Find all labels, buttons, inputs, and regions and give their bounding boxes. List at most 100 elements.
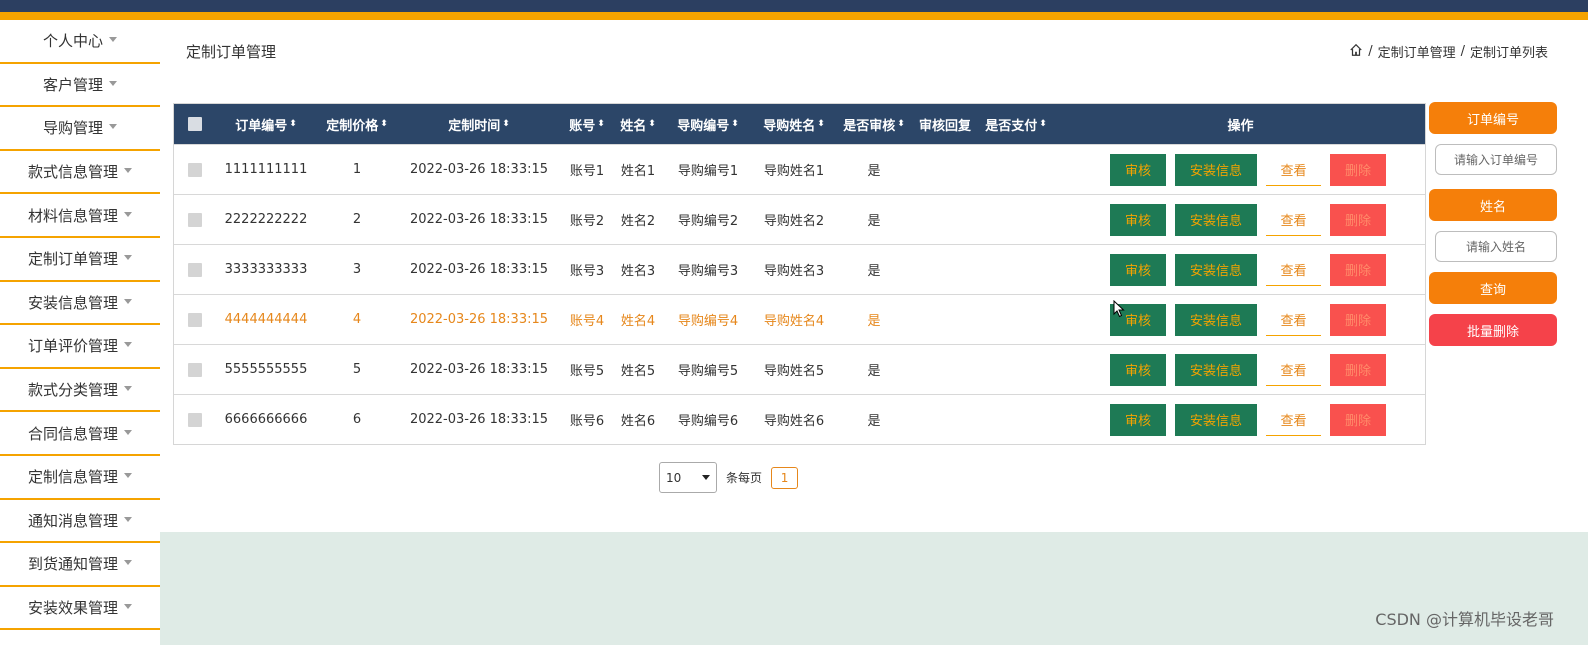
table-row: 5555555555 5 2022-03-26 18:33:15 账号5 姓名5 导购编号… bbox=[174, 344, 1425, 394]
install-info-button[interactable]: 安装信息 bbox=[1175, 353, 1257, 386]
caret-down-icon bbox=[109, 80, 117, 86]
sidebar-item[interactable]: 款式信息管理 bbox=[0, 151, 160, 195]
view-button[interactable]: 查看 bbox=[1266, 353, 1321, 386]
column-header-order-id[interactable]: 订单编号 ⬍ bbox=[216, 104, 316, 144]
sidebar-item[interactable]: 材料信息管理 bbox=[0, 194, 160, 238]
batch-delete-button[interactable]: 批量删除 bbox=[1429, 314, 1557, 346]
view-button[interactable]: 查看 bbox=[1266, 403, 1321, 436]
sort-icon[interactable]: ⬍ bbox=[1039, 120, 1047, 129]
cell-account: 账号3 bbox=[569, 264, 605, 279]
cell-reply bbox=[914, 345, 976, 394]
column-header-label: 导购姓名 bbox=[763, 118, 816, 134]
cell-time: 2022-03-26 18:33:15 bbox=[409, 162, 549, 177]
sidebar-item-label: 款式分类管理 bbox=[27, 381, 118, 400]
cell-reply bbox=[914, 195, 976, 244]
cell-name: 姓名3 bbox=[620, 264, 656, 279]
sidebar-item[interactable]: 定制信息管理 bbox=[0, 456, 160, 500]
view-button[interactable]: 查看 bbox=[1266, 203, 1321, 236]
order-id-input[interactable]: 请输入订单编号 bbox=[1435, 144, 1557, 175]
sidebar-item[interactable]: 订单评价管理 bbox=[0, 325, 160, 369]
page-number-current[interactable]: 1 bbox=[771, 466, 799, 489]
sort-icon[interactable]: ⬍ bbox=[597, 120, 605, 129]
row-checkbox[interactable] bbox=[188, 412, 202, 427]
caret-down-icon bbox=[109, 37, 117, 43]
sidebar-item[interactable]: 个人中心 bbox=[0, 20, 160, 64]
table-row: 2222222222 2 2022-03-26 18:33:15 账号2 姓名2 导购编号… bbox=[174, 194, 1425, 244]
delete-button[interactable]: 删除 bbox=[1330, 353, 1386, 386]
cell-ops: 审核 安装信息 查看 删除 bbox=[1056, 195, 1425, 244]
row-select-cell bbox=[174, 395, 216, 444]
sidebar-item[interactable]: 款式分类管理 bbox=[0, 369, 160, 413]
delete-button[interactable]: 删除 bbox=[1330, 303, 1386, 336]
home-icon[interactable] bbox=[1349, 43, 1363, 61]
select-all-checkbox[interactable] bbox=[188, 117, 202, 131]
sidebar-item[interactable]: 客户管理 bbox=[0, 64, 160, 108]
column-header-price[interactable]: 定制价格 ⬍ bbox=[316, 104, 398, 144]
review-button[interactable]: 审核 bbox=[1110, 353, 1166, 386]
column-header-name[interactable]: 姓名 ⬍ bbox=[614, 104, 662, 144]
sidebar-item[interactable]: 安装效果管理 bbox=[0, 587, 160, 631]
sidebar-item[interactable]: 安装信息管理 bbox=[0, 282, 160, 326]
watermark: CSDN @计算机毕设老哥 bbox=[1375, 610, 1554, 629]
cell-order-id: 4444444444 bbox=[224, 312, 308, 327]
page-size-select[interactable]: 10 bbox=[659, 462, 717, 493]
sort-icon[interactable]: ⬍ bbox=[817, 120, 825, 129]
sidebar-item[interactable]: 定制订单管理 bbox=[0, 238, 160, 282]
delete-button[interactable]: 删除 bbox=[1330, 403, 1386, 436]
column-header-time[interactable]: 定制时间 ⬍ bbox=[398, 104, 560, 144]
column-header-account[interactable]: 账号 ⬍ bbox=[560, 104, 614, 144]
install-info-button[interactable]: 安装信息 bbox=[1175, 253, 1257, 286]
view-button[interactable]: 查看 bbox=[1266, 153, 1321, 186]
breadcrumb-item-module[interactable]: 定制订单管理 bbox=[1378, 42, 1456, 61]
install-info-button[interactable]: 安装信息 bbox=[1175, 153, 1257, 186]
cell-reply bbox=[914, 295, 976, 344]
search-button[interactable]: 查询 bbox=[1429, 272, 1557, 304]
install-info-button[interactable]: 安装信息 bbox=[1175, 203, 1257, 236]
row-checkbox[interactable] bbox=[188, 162, 202, 177]
sidebar-item-label: 客户管理 bbox=[42, 75, 103, 94]
view-button[interactable]: 查看 bbox=[1266, 253, 1321, 286]
sidebar-item[interactable]: 通知消息管理 bbox=[0, 500, 160, 544]
cell-reviewed: 是 bbox=[867, 214, 881, 229]
sort-icon[interactable]: ⬍ bbox=[289, 120, 297, 129]
column-header-label: 定制价格 bbox=[326, 118, 379, 134]
install-info-button[interactable]: 安装信息 bbox=[1175, 403, 1257, 436]
sort-icon[interactable]: ⬍ bbox=[731, 120, 739, 129]
sidebar-item[interactable]: 到货通知管理 bbox=[0, 543, 160, 587]
install-info-button[interactable]: 安装信息 bbox=[1175, 303, 1257, 336]
column-header-guide-id[interactable]: 导购编号 ⬍ bbox=[662, 104, 754, 144]
delete-button[interactable]: 删除 bbox=[1330, 203, 1386, 236]
column-header-label: 定制时间 bbox=[448, 118, 501, 134]
sidebar-item[interactable]: 合同信息管理 bbox=[0, 412, 160, 456]
sort-icon[interactable]: ⬍ bbox=[648, 120, 656, 129]
review-button[interactable]: 审核 bbox=[1110, 203, 1166, 236]
sidebar-item-label: 导购管理 bbox=[42, 119, 103, 138]
cell-ops: 审核 安装信息 查看 删除 bbox=[1056, 395, 1425, 444]
review-button[interactable]: 审核 bbox=[1110, 253, 1166, 286]
view-button[interactable]: 查看 bbox=[1266, 303, 1321, 336]
cell-guide-name: 导购姓名1 bbox=[763, 164, 825, 179]
review-button[interactable]: 审核 bbox=[1110, 403, 1166, 436]
name-input[interactable]: 请输入姓名 bbox=[1435, 231, 1557, 262]
row-checkbox[interactable] bbox=[188, 362, 202, 377]
sort-icon[interactable]: ⬍ bbox=[502, 120, 510, 129]
breadcrumb-separator: / bbox=[1460, 44, 1465, 59]
sidebar-item-label: 材料信息管理 bbox=[27, 206, 118, 225]
cell-guide-name: 导购姓名4 bbox=[763, 314, 825, 329]
column-header-reviewed[interactable]: 是否审核 ⬍ bbox=[834, 104, 914, 144]
review-button[interactable]: 审核 bbox=[1110, 153, 1166, 186]
sort-icon[interactable]: ⬍ bbox=[380, 120, 388, 129]
sidebar-item[interactable]: 导购管理 bbox=[0, 107, 160, 151]
cell-ops: 审核 安装信息 查看 删除 bbox=[1056, 295, 1425, 344]
row-checkbox[interactable] bbox=[188, 262, 202, 277]
column-header-paid[interactable]: 是否支付 ⬍ bbox=[976, 104, 1056, 144]
row-checkbox[interactable] bbox=[188, 312, 202, 327]
sort-icon[interactable]: ⬍ bbox=[897, 120, 905, 129]
row-checkbox[interactable] bbox=[188, 212, 202, 227]
column-header-label: 导购编号 bbox=[677, 118, 730, 134]
delete-button[interactable]: 删除 bbox=[1330, 153, 1386, 186]
column-header-guide-name[interactable]: 导购姓名 ⬍ bbox=[754, 104, 834, 144]
delete-button[interactable]: 删除 bbox=[1330, 253, 1386, 286]
table-row: 6666666666 6 2022-03-26 18:33:15 账号6 姓名6 导购编号… bbox=[174, 394, 1425, 444]
cell-guide-id: 导购编号2 bbox=[677, 214, 739, 229]
